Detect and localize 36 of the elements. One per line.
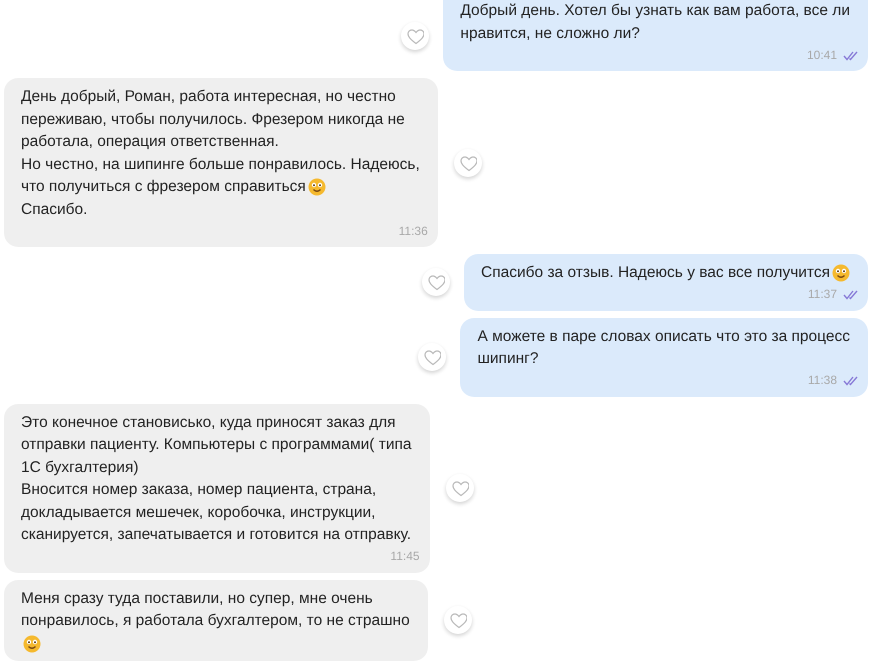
heart-icon xyxy=(450,479,469,497)
message-text: Спасибо. xyxy=(21,200,88,220)
heart-icon xyxy=(448,611,467,630)
like-button[interactable] xyxy=(422,268,450,296)
message-text: что получиться с фрезером справиться xyxy=(21,177,306,197)
message-text: отправки пациенту. Компьютеры с программами( типа xyxy=(21,435,412,455)
like-button[interactable] xyxy=(454,148,482,176)
message-text: переживаю, чтобы получилось. Фрезером никогда не xyxy=(21,110,405,130)
message-text: нравится, не сложно ли? xyxy=(460,24,640,44)
message-text: докладывается мешечек, коробочка, инструкции, xyxy=(21,502,376,522)
heart-icon xyxy=(427,273,446,292)
message-time: 11:45 xyxy=(390,548,420,566)
message-time: 11:37 xyxy=(808,286,837,304)
message-text: Добрый день. Хотел бы узнать как вам работа, все ли xyxy=(460,1,850,21)
message-text: понравилось, я работала бухгалтером, то не страшно xyxy=(21,611,410,631)
message-text: Спасибо за отзыв. Надеюсь у вас все получится xyxy=(481,263,830,283)
message-text: День добрый, Роман, работа интересная, но честно xyxy=(21,87,396,107)
message-text: А можете в паре словах описать что это за процесс xyxy=(477,326,850,346)
message-time: 10:41 xyxy=(806,46,837,64)
message-text: Но честно, на шипинге больше понравилось. Надеюсь, xyxy=(21,154,420,174)
like-button[interactable] xyxy=(418,343,446,371)
like-button[interactable] xyxy=(401,22,430,50)
message-text: Вносится номер заказа, номер пациента, страна, xyxy=(21,480,376,500)
message-text: сканируется, запечатывается и готовится на отправку. xyxy=(21,525,412,545)
heart-icon xyxy=(458,154,477,172)
message-text: Меня сразу туда поставили, но супер, мне очень xyxy=(21,588,373,608)
heart-icon xyxy=(406,26,424,44)
message-text: шипинг? xyxy=(477,349,538,369)
message-time: 11:36 xyxy=(398,222,428,240)
like-button[interactable] xyxy=(444,606,472,634)
message-text: 1С бухгалтерия) xyxy=(21,458,139,478)
message-text: Это конечное становисько, куда приносят заказ для xyxy=(21,412,396,432)
heart-icon xyxy=(423,348,442,366)
message-time: 11:38 xyxy=(808,372,837,390)
message-text: работала, операция ответственная. xyxy=(21,132,279,152)
like-button[interactable] xyxy=(446,474,474,502)
